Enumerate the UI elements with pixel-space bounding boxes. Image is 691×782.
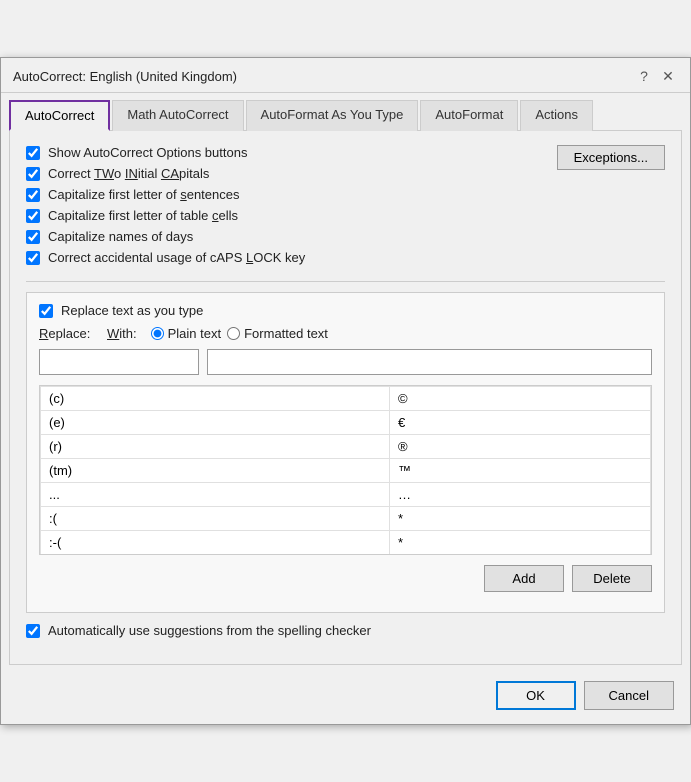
table-cell-to: © xyxy=(389,387,650,411)
cancel-button[interactable]: Cancel xyxy=(584,681,674,710)
table-cell-to: * xyxy=(389,507,650,531)
checkbox-capitalize-days-label[interactable]: Capitalize names of days xyxy=(48,229,193,244)
table-row[interactable]: (tm) ™ xyxy=(41,459,651,483)
delete-button[interactable]: Delete xyxy=(572,565,652,592)
table-cell-to: ® xyxy=(389,435,650,459)
checkboxes-section: Show AutoCorrect Options buttons Correct… xyxy=(26,145,557,271)
tab-actions[interactable]: Actions xyxy=(520,100,593,131)
with-input[interactable] xyxy=(207,349,652,375)
replace-inputs xyxy=(39,349,652,375)
auto-suggestions-row: Automatically use suggestions from the s… xyxy=(26,623,665,638)
table-actions: Add Delete xyxy=(39,565,652,592)
checkbox-capitalize-table-label[interactable]: Capitalize first letter of table cells xyxy=(48,208,238,223)
replace-section: Replace text as you type Replace: With: … xyxy=(26,292,665,613)
table-cell-to: * xyxy=(389,531,650,555)
auto-suggestions-label[interactable]: Automatically use suggestions from the s… xyxy=(48,623,371,638)
radio-plain-input[interactable] xyxy=(151,327,164,340)
checkbox-capitalize-days-input[interactable] xyxy=(26,230,40,244)
checkbox-capitalize-sentences-label[interactable]: Capitalize first letter of sentences xyxy=(48,187,239,202)
checkbox-correct-two: Correct TWo INitial CApitals xyxy=(26,166,557,181)
table-row[interactable]: (e) € xyxy=(41,411,651,435)
add-button[interactable]: Add xyxy=(484,565,564,592)
autocorrect-table-scroll[interactable]: (c) © (e) € (r) ® xyxy=(40,386,651,555)
title-bar: AutoCorrect: English (United Kingdom) ? … xyxy=(1,58,690,93)
replace-checkbox-input[interactable] xyxy=(39,304,53,318)
dialog-footer: OK Cancel xyxy=(1,673,690,724)
checkbox-capitalize-table-input[interactable] xyxy=(26,209,40,223)
table-row[interactable]: :-( * xyxy=(41,531,651,555)
table-cell-from: (tm) xyxy=(41,459,390,483)
checkbox-capitalize-table: Capitalize first letter of table cells xyxy=(26,208,557,223)
exceptions-button[interactable]: Exceptions... xyxy=(557,145,665,170)
table-cell-from: (r) xyxy=(41,435,390,459)
tab-content: Show AutoCorrect Options buttons Correct… xyxy=(9,130,682,665)
tab-math-autocorrect[interactable]: Math AutoCorrect xyxy=(112,100,243,131)
top-section: Show AutoCorrect Options buttons Correct… xyxy=(26,145,665,271)
checkbox-correct-two-label[interactable]: Correct TWo INitial CApitals xyxy=(48,166,209,181)
table-row[interactable]: (c) © xyxy=(41,387,651,411)
table-cell-from: :( xyxy=(41,507,390,531)
radio-formatted-option[interactable]: Formatted text xyxy=(227,326,328,341)
checkbox-capitalize-days: Capitalize names of days xyxy=(26,229,557,244)
tab-autocorrect[interactable]: AutoCorrect xyxy=(9,100,110,131)
table-cell-from: (e) xyxy=(41,411,390,435)
table-row[interactable]: :( * xyxy=(41,507,651,531)
with-label: With: xyxy=(107,326,137,341)
help-button[interactable]: ? xyxy=(634,66,654,86)
checkbox-caps-lock-input[interactable] xyxy=(26,251,40,265)
exceptions-section: Exceptions... xyxy=(557,145,665,170)
radio-group: Plain text Formatted text xyxy=(151,326,328,341)
table-cell-to: € xyxy=(389,411,650,435)
replace-input[interactable] xyxy=(39,349,199,375)
checkbox-caps-lock-label[interactable]: Correct accidental usage of cAPS LOCK ke… xyxy=(48,250,305,265)
radio-formatted-label: Formatted text xyxy=(244,326,328,341)
tab-autoformat-as-you-type[interactable]: AutoFormat As You Type xyxy=(246,100,419,131)
radio-plain-option[interactable]: Plain text xyxy=(151,326,221,341)
replace-header: Replace text as you type xyxy=(39,303,652,318)
table-cell-from: :-( xyxy=(41,531,390,555)
checkbox-show-options-label[interactable]: Show AutoCorrect Options buttons xyxy=(48,145,247,160)
divider-1 xyxy=(26,281,665,282)
table-cell-to: … xyxy=(389,483,650,507)
table-cell-from: ... xyxy=(41,483,390,507)
dialog-title: AutoCorrect: English (United Kingdom) xyxy=(13,69,237,84)
replace-checkbox-label[interactable]: Replace text as you type xyxy=(61,303,203,318)
radio-formatted-input[interactable] xyxy=(227,327,240,340)
replace-with-row: Replace: With: Plain text Formatted text xyxy=(39,326,652,341)
replace-label: Replace: xyxy=(39,326,99,341)
tab-bar: AutoCorrect Math AutoCorrect AutoFormat … xyxy=(1,93,690,130)
table-cell-to: ™ xyxy=(389,459,650,483)
auto-suggestions-checkbox[interactable] xyxy=(26,624,40,638)
autocorrect-table-container: (c) © (e) € (r) ® xyxy=(39,385,652,555)
table-cell-from: (c) xyxy=(41,387,390,411)
checkbox-correct-two-input[interactable] xyxy=(26,167,40,181)
checkbox-caps-lock: Correct accidental usage of cAPS LOCK ke… xyxy=(26,250,557,265)
title-controls: ? ✕ xyxy=(634,66,678,86)
table-row[interactable]: ... … xyxy=(41,483,651,507)
checkbox-show-options: Show AutoCorrect Options buttons xyxy=(26,145,557,160)
autocorrect-table: (c) © (e) € (r) ® xyxy=(40,386,651,555)
checkbox-capitalize-sentences: Capitalize first letter of sentences xyxy=(26,187,557,202)
dialog-window: AutoCorrect: English (United Kingdom) ? … xyxy=(0,57,691,725)
radio-plain-label: Plain text xyxy=(168,326,221,341)
table-row[interactable]: (r) ® xyxy=(41,435,651,459)
tab-autoformat[interactable]: AutoFormat xyxy=(420,100,518,131)
ok-button[interactable]: OK xyxy=(496,681,576,710)
close-button[interactable]: ✕ xyxy=(658,66,678,86)
checkbox-show-options-input[interactable] xyxy=(26,146,40,160)
checkbox-capitalize-sentences-input[interactable] xyxy=(26,188,40,202)
